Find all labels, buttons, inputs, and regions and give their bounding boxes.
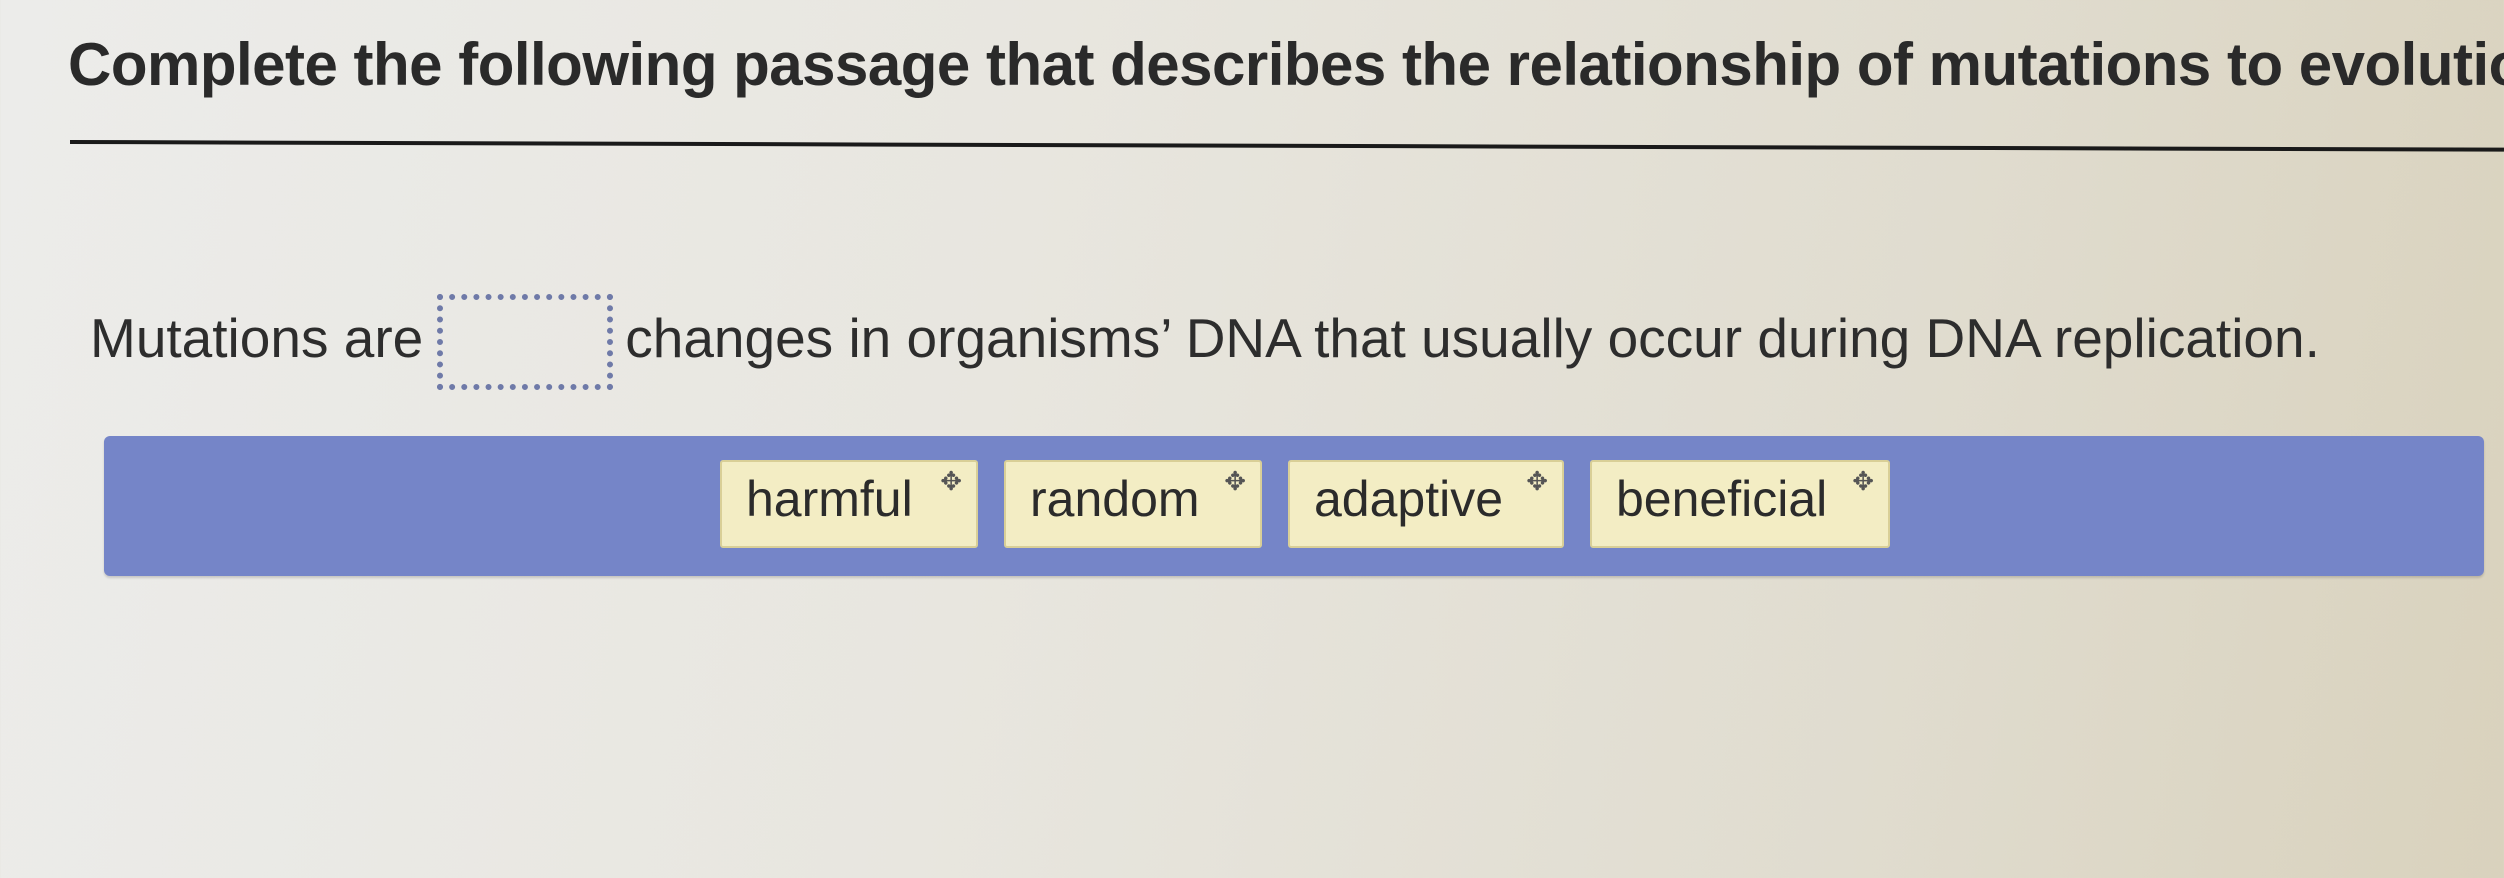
answer-drop-zone[interactable] <box>437 294 614 390</box>
move-icon: ✥ <box>940 466 962 496</box>
tile-harmful[interactable]: harmful ✥ <box>720 460 978 548</box>
tile-beneficial[interactable]: beneficial ✥ <box>1590 460 1890 548</box>
word-bank-tiles: harmful ✥ random ✥ adaptive ✥ beneficial… <box>720 460 1890 548</box>
passage-text-before: Mutations are <box>90 307 424 369</box>
passage-sentence: Mutations are changes in organisms’ DNA … <box>90 290 2320 390</box>
passage-text-after: changes in organisms’ DNA that usually o… <box>625 307 2320 369</box>
word-bank: harmful ✥ random ✥ adaptive ✥ beneficial… <box>104 436 2484 576</box>
tile-label: adaptive <box>1314 471 1504 527</box>
tile-adaptive[interactable]: adaptive ✥ <box>1288 460 1564 548</box>
title-divider <box>69 140 2504 152</box>
question-page: Complete the following passage that desc… <box>0 0 2504 878</box>
move-icon: ✥ <box>1526 466 1548 496</box>
question-title: Complete the following passage that desc… <box>68 31 2504 98</box>
tile-label: random <box>1030 471 1200 527</box>
tile-label: beneficial <box>1616 471 1828 527</box>
move-icon: ✥ <box>1224 466 1246 496</box>
tile-random[interactable]: random ✥ <box>1004 460 1262 548</box>
tile-label: harmful <box>746 471 913 527</box>
move-icon: ✥ <box>1852 466 1874 496</box>
